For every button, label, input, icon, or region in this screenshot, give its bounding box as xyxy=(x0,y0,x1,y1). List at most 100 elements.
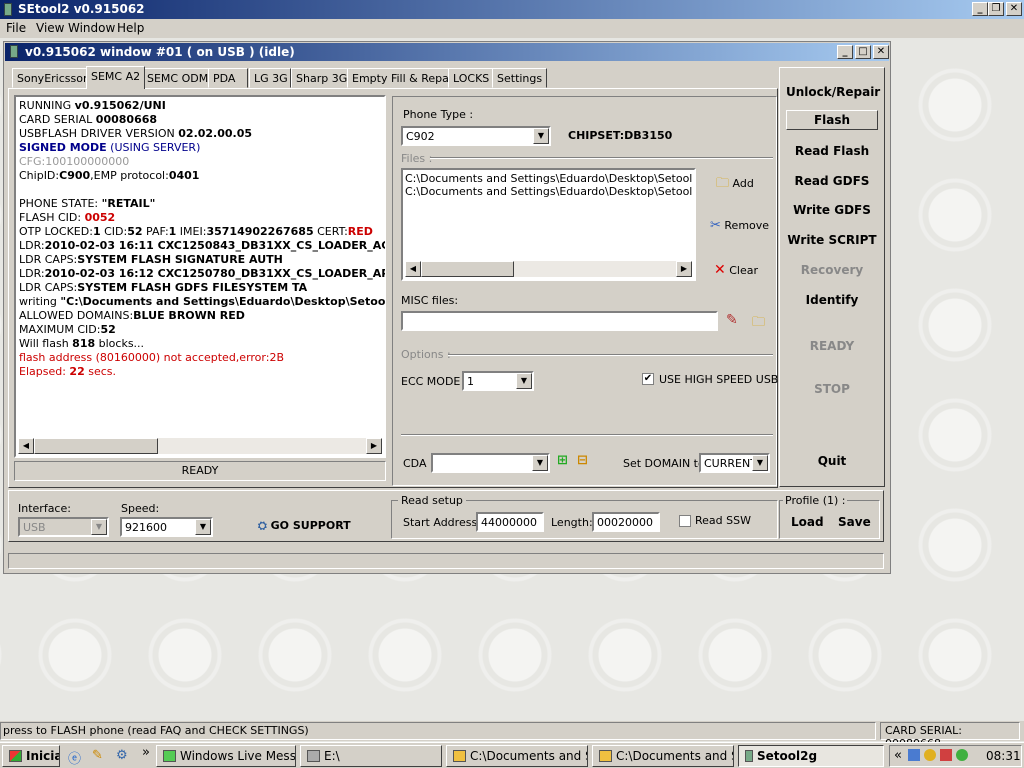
task-drive-e[interactable]: E:\ xyxy=(300,745,442,767)
unlock-repair-button[interactable]: Unlock/Repair xyxy=(786,85,880,99)
scroll-thumb[interactable] xyxy=(421,261,514,277)
log-status: READY xyxy=(14,461,386,481)
menu-window[interactable]: Window xyxy=(68,21,115,35)
scroll-left-icon[interactable]: ◀ xyxy=(18,438,34,454)
tab-settings[interactable]: Settings xyxy=(492,68,548,88)
speed-select[interactable]: 921600 ▼ xyxy=(120,517,213,537)
task-setool[interactable]: Setool2g xyxy=(738,745,884,767)
write-gdfs-button[interactable]: Write GDFS xyxy=(786,203,878,217)
tray-shield-icon[interactable] xyxy=(940,749,952,761)
chipset-label: CHIPSET:DB3150 xyxy=(568,129,673,142)
app-icon xyxy=(4,3,12,16)
flash-button[interactable]: Flash xyxy=(786,110,878,130)
cda-add-icon[interactable]: ⊞ xyxy=(557,453,568,468)
add-button[interactable]: 🗀 Add xyxy=(716,174,754,196)
tray-messenger-icon[interactable] xyxy=(956,749,968,761)
child-minimize-icon[interactable]: _ xyxy=(837,45,853,59)
chevron-down-icon[interactable]: ▼ xyxy=(752,455,768,471)
menu-bar: File View Window Help xyxy=(0,19,1024,38)
scroll-right-icon[interactable]: ▶ xyxy=(366,438,382,454)
domain-select[interactable]: CURRENT ▼ xyxy=(699,453,770,473)
ecc-mode-select[interactable]: 1 ▼ xyxy=(462,371,534,391)
minimize-icon[interactable]: _ xyxy=(972,2,988,16)
chevron-down-icon[interactable]: ▼ xyxy=(516,373,532,389)
tab-locks[interactable]: LOCKS xyxy=(448,68,495,88)
read-flash-button[interactable]: Read Flash xyxy=(786,144,878,158)
tray-chevron[interactable]: « xyxy=(894,748,902,763)
child-close-icon[interactable]: ✕ xyxy=(873,45,889,59)
files-list[interactable]: C:\Documents and Settings\Eduardo\Deskto… xyxy=(401,168,696,281)
options-label: Options : xyxy=(401,348,451,361)
high-speed-usb-checkbox[interactable]: ✔ xyxy=(642,373,654,385)
ie-icon[interactable]: ⓔ xyxy=(68,748,81,767)
tab-semc-odm[interactable]: SEMC ODM xyxy=(142,68,214,88)
cda-select[interactable]: ▼ xyxy=(431,453,550,473)
phone-type-select[interactable]: C902 ▼ xyxy=(401,126,551,146)
setool-icon xyxy=(745,750,753,762)
folder-icon: 🗀 xyxy=(716,176,730,191)
menu-file[interactable]: File xyxy=(6,21,26,35)
misc-folder-icon[interactable]: 🗀 xyxy=(752,313,765,335)
notepad-icon[interactable]: ✎ xyxy=(92,748,103,763)
tab-pda[interactable]: PDA xyxy=(208,68,248,88)
stop-button[interactable]: STOP xyxy=(786,382,878,396)
go-support-button[interactable]: ⛭ GO SUPPORT xyxy=(258,519,351,533)
write-script-button[interactable]: Write SCRIPT xyxy=(786,233,878,247)
log-hscrollbar[interactable]: ◀ ▶ xyxy=(18,438,382,454)
network-icon[interactable] xyxy=(908,749,920,761)
recovery-button[interactable]: Recovery xyxy=(786,263,878,277)
clear-x-icon: ✕ xyxy=(714,262,726,278)
scroll-right-icon[interactable]: ▶ xyxy=(676,261,692,277)
restore-icon[interactable]: ❐ xyxy=(988,2,1004,16)
action-panel xyxy=(779,67,885,487)
chevron-down-icon[interactable]: ▼ xyxy=(91,519,107,535)
system-tray: « 08:31 xyxy=(889,745,1022,767)
task-messenger[interactable]: Windows Live Messe... xyxy=(156,745,296,767)
tab-sonyericsson[interactable]: SonyEricsson xyxy=(12,68,95,88)
load-profile-button[interactable]: Load xyxy=(791,515,824,529)
scroll-left-icon[interactable]: ◀ xyxy=(405,261,421,277)
menu-view[interactable]: View xyxy=(36,21,64,35)
clear-button[interactable]: ✕ Clear xyxy=(714,262,758,278)
length-input[interactable]: 00020000 xyxy=(592,512,660,532)
tab-lg-3g[interactable]: LG 3G xyxy=(249,68,291,88)
quicklaunch-chevron[interactable]: » xyxy=(142,745,150,760)
read-ssw-checkbox[interactable] xyxy=(679,515,691,527)
chevron-down-icon[interactable]: ▼ xyxy=(532,455,548,471)
chevron-down-icon[interactable]: ▼ xyxy=(195,519,211,535)
files-hscrollbar[interactable]: ◀ ▶ xyxy=(405,261,692,277)
window-statusbar xyxy=(8,553,884,569)
tab-semc-a2[interactable]: SEMC A2 xyxy=(86,66,146,89)
identify-button[interactable]: Identify xyxy=(786,293,878,307)
file-item[interactable]: C:\Documents and Settings\Eduardo\Deskto… xyxy=(405,185,692,198)
read-gdfs-button[interactable]: Read GDFS xyxy=(786,174,878,188)
task-folder-2[interactable]: C:\Documents and Se... xyxy=(592,745,734,767)
interface-label: Interface: xyxy=(18,502,71,515)
scissors-icon: ✂ xyxy=(710,218,721,233)
quicklaunch-icon[interactable]: ⚙ xyxy=(116,748,128,763)
tab-sharp-3g[interactable]: Sharp 3G xyxy=(291,68,353,88)
child-maximize-icon[interactable]: □ xyxy=(855,45,871,59)
task-folder-1[interactable]: C:\Documents and S... xyxy=(446,745,588,767)
tray-icon[interactable] xyxy=(924,749,936,761)
log-output[interactable]: RUNNING v0.915062/UNI CARD SERIAL 000806… xyxy=(14,95,386,458)
window-icon xyxy=(10,45,18,58)
close-icon[interactable]: ✕ xyxy=(1006,2,1022,16)
set-domain-label: Set DOMAIN to xyxy=(623,457,705,470)
scroll-thumb[interactable] xyxy=(34,438,158,454)
remove-button[interactable]: ✂ Remove xyxy=(710,218,769,233)
interface-select[interactable]: USB ▼ xyxy=(18,517,109,537)
ecc-mode-label: ECC MODE xyxy=(401,375,461,388)
file-item[interactable]: C:\Documents and Settings\Eduardo\Deskto… xyxy=(405,172,692,185)
cda-remove-icon[interactable]: ⊟ xyxy=(577,453,588,468)
edit-pen-icon[interactable]: ✎ xyxy=(726,312,738,328)
save-profile-button[interactable]: Save xyxy=(838,515,871,529)
chevron-down-icon[interactable]: ▼ xyxy=(533,128,549,144)
menu-help[interactable]: Help xyxy=(117,21,144,35)
quit-button[interactable]: Quit xyxy=(786,454,878,468)
tab-empty-fill-repair[interactable]: Empty Fill & Repair xyxy=(347,68,462,88)
phone-type-label: Phone Type : xyxy=(403,108,474,121)
misc-files-input[interactable] xyxy=(401,311,718,331)
start-button[interactable]: Iniciar xyxy=(2,745,60,767)
start-address-input[interactable]: 44000000 xyxy=(476,512,544,532)
